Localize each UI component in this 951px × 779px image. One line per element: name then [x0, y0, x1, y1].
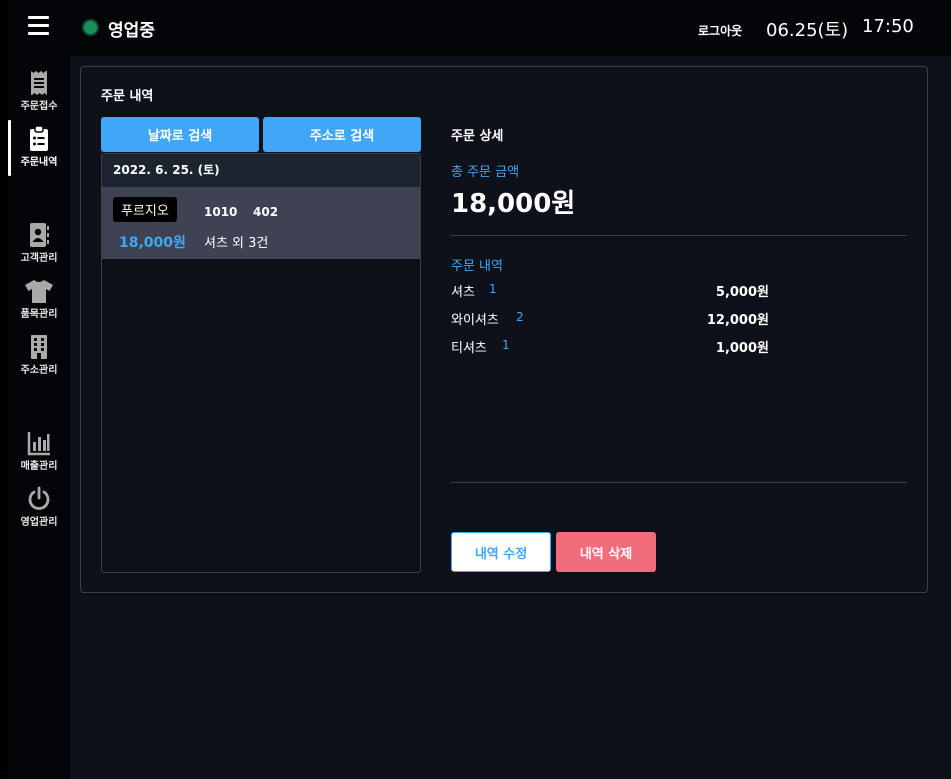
search-by-date-button[interactable]: 날짜로 검색	[101, 117, 259, 152]
order-detail-title: 주문 상세	[451, 129, 504, 144]
building-number: 1010	[204, 205, 238, 219]
customer-chip: 푸르지오	[113, 197, 177, 222]
item-qty: 2	[516, 310, 524, 324]
logout-button[interactable]: 로그아웃	[698, 22, 742, 39]
unit-number: 402	[253, 205, 279, 219]
item-name: 와이셔츠	[451, 313, 499, 328]
sidebar-item-label: 고객관리	[20, 253, 58, 264]
page-title: 주문 내역	[101, 89, 154, 104]
divider	[451, 482, 907, 483]
sidebar-item-addresses[interactable]: 주소관리	[8, 334, 70, 376]
total-amount-label: 총 주문 금액	[451, 165, 520, 180]
order-history-panel: 주문 내역 날짜로 검색 주소로 검색 2022. 6. 25. (토) 푸르지…	[80, 66, 928, 593]
current-date: 06.25(토)	[766, 20, 849, 41]
order-date-header: 2022. 6. 25. (토)	[102, 154, 420, 187]
sidebar-item-label: 매출관리	[20, 461, 58, 472]
order-item-row: 티셔츠 1 1,000원	[451, 337, 769, 357]
item-qty: 1	[489, 282, 497, 296]
order-amount: 18,000원	[119, 235, 186, 251]
sidebar-item-label: 영업관리	[20, 517, 58, 528]
sidebar-item-business[interactable]: 영업관리	[8, 486, 70, 528]
clipboard-list-icon	[30, 126, 48, 151]
sidebar-item-label: 주소관리	[20, 365, 58, 376]
item-name: 티셔츠	[451, 341, 487, 356]
menu-icon[interactable]	[28, 16, 50, 36]
sidebar: 주문접수 주문내역 고객관리 품목관리 주소관리 매출관리 영업관리	[8, 56, 70, 779]
sidebar-item-sales[interactable]: 매출관리	[8, 430, 70, 472]
order-item-row: 와이셔츠 2 12,000원	[451, 309, 769, 329]
sidebar-item-order-history[interactable]: 주문내역	[8, 126, 70, 168]
search-by-address-button[interactable]: 주소로 검색	[263, 117, 421, 152]
sidebar-item-items[interactable]: 품목관리	[8, 278, 70, 320]
edit-order-button[interactable]: 내역 수정	[451, 532, 551, 572]
business-status: 영업중	[108, 21, 155, 41]
bar-chart-icon	[27, 432, 50, 456]
address-book-icon	[30, 223, 49, 247]
order-summary: 셔츠 외 3건	[204, 236, 269, 251]
item-price: 1,000원	[715, 341, 769, 356]
order-list: 2022. 6. 25. (토) 푸르지오 1010 402 18,000원 셔…	[101, 153, 421, 573]
sidebar-item-label: 주문내역	[20, 157, 58, 168]
total-amount: 18,000원	[451, 189, 576, 219]
left-edge	[0, 0, 8, 779]
top-bar: 영업중 로그아웃 06.25(토) 17:50	[8, 0, 951, 56]
divider	[451, 235, 907, 236]
order-items-label: 주문 내역	[451, 259, 503, 274]
order-item-row: 셔츠 1 5,000원	[451, 281, 769, 301]
delete-order-button[interactable]: 내역 삭제	[556, 532, 656, 572]
sidebar-item-label: 주문접수	[20, 101, 58, 112]
sidebar-item-customers[interactable]: 고객관리	[8, 222, 70, 264]
status-indicator-icon	[84, 21, 97, 34]
receipt-icon	[31, 71, 47, 95]
building-icon	[31, 335, 47, 359]
shirt-icon	[25, 280, 53, 303]
current-time: 17:50	[862, 16, 914, 37]
power-icon	[28, 486, 50, 510]
item-price: 5,000원	[715, 285, 769, 300]
list-item[interactable]: 푸르지오 1010 402 18,000원 셔츠 외 3건	[102, 187, 420, 259]
item-price: 12,000원	[706, 313, 769, 328]
item-qty: 1	[502, 338, 510, 352]
item-name: 셔츠	[451, 285, 475, 300]
sidebar-item-label: 품목관리	[20, 309, 58, 320]
sidebar-item-order-receive[interactable]: 주문접수	[8, 70, 70, 112]
